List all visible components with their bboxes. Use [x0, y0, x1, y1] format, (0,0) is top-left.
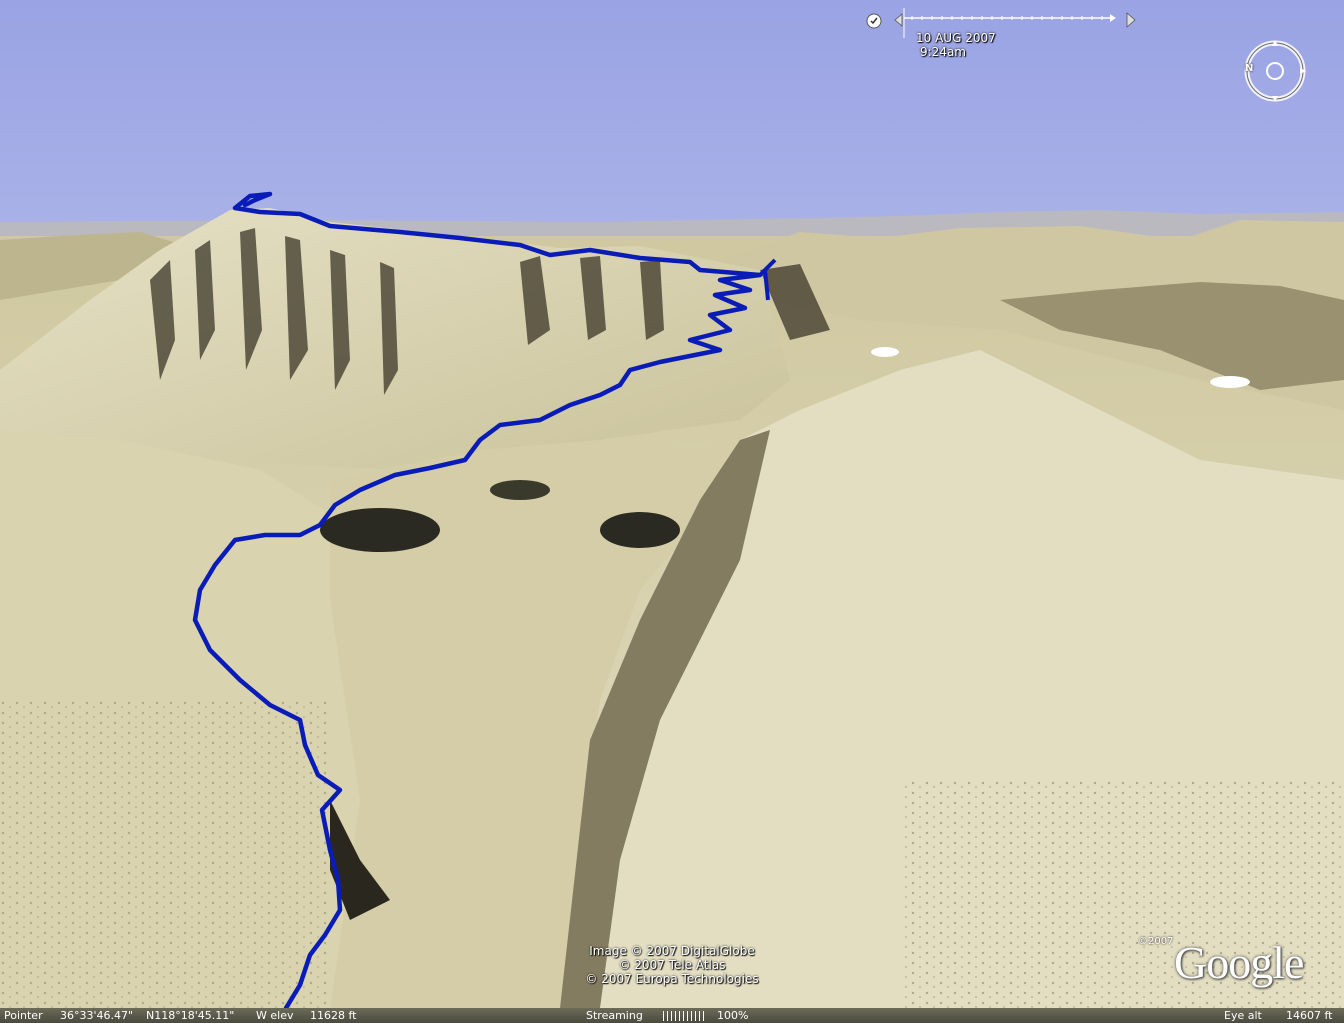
- google-logo: ©2007 Google: [1138, 936, 1332, 992]
- lake-3: [490, 480, 550, 500]
- pointer-label: Pointer: [4, 1009, 43, 1022]
- lake-1: [320, 508, 440, 552]
- compass-control[interactable]: N: [1242, 38, 1308, 104]
- slider-end-marker: [1110, 14, 1116, 22]
- slider-right-arrow-icon[interactable]: [1126, 12, 1136, 28]
- logo-wordmark: Google: [1174, 937, 1304, 988]
- streaming-label: Streaming: [586, 1009, 643, 1022]
- time-slider-date: 10 AUG 2007: [916, 31, 996, 45]
- elevation-value: 11628 ft: [310, 1009, 357, 1022]
- pointer-longitude: N118°18'45.11": [146, 1009, 235, 1022]
- compass-north-label: N: [1245, 63, 1254, 74]
- eye-alt-value: 14607 ft: [1286, 1009, 1333, 1022]
- streaming-percent: 100%: [717, 1009, 749, 1022]
- pointer-latitude: 36°33'46.47": [60, 1009, 134, 1022]
- map-viewport[interactable]: 10 AUG 2007 9:24am N Image © 2007 Digita…: [0, 0, 1344, 1008]
- streaming-progress-bar: [663, 1011, 707, 1021]
- time-slider-graphic: [866, 8, 1136, 38]
- time-slider-time: 9:24am: [920, 45, 966, 59]
- time-slider[interactable]: 10 AUG 2007 9:24am: [862, 4, 1152, 64]
- attribution-line: © 2007 Europa Technologies: [585, 972, 759, 986]
- left-slope-texture: [0, 700, 330, 1008]
- eye-alt-label: Eye alt: [1224, 1009, 1262, 1022]
- logo-copyright: ©2007: [1138, 936, 1174, 947]
- elevation-label: W elev: [256, 1009, 294, 1022]
- status-bar: Pointer 36°33'46.47" N118°18'45.11" W el…: [0, 1008, 1344, 1023]
- attribution-line: Image © 2007 DigitalGlobe: [589, 944, 755, 958]
- slider-left-arrow-icon[interactable]: [894, 13, 903, 27]
- lake-2: [600, 512, 680, 548]
- imagery-attribution: Image © 2007 DigitalGlobe © 2007 Tele At…: [540, 944, 804, 986]
- attribution-line: © 2007 Tele Atlas: [618, 958, 726, 972]
- terrain-scene: [0, 0, 1344, 1008]
- clock-icon[interactable]: [866, 13, 882, 29]
